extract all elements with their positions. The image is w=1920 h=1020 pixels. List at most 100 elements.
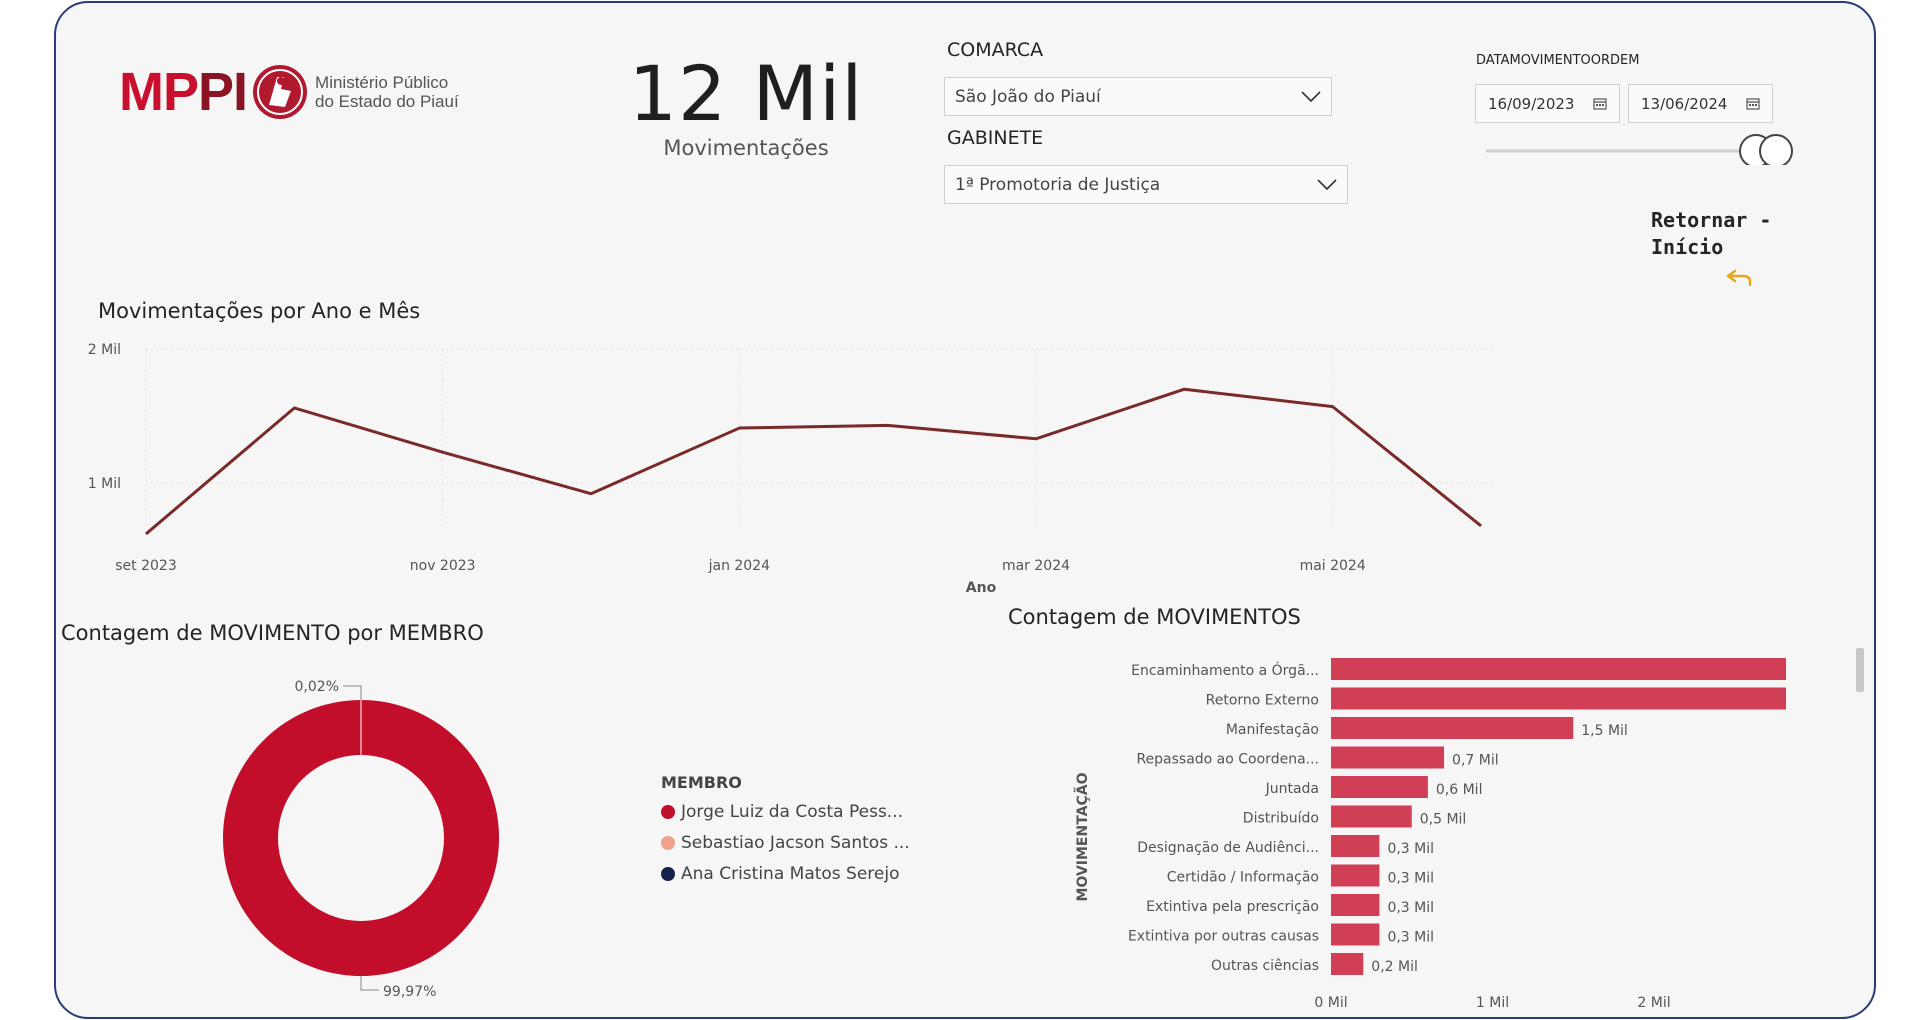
return-label-line1: Retornar -: [1651, 208, 1772, 232]
category-label: Outras ciências: [1211, 958, 1319, 974]
bar[interactable]: [1331, 894, 1380, 916]
x-tick-label: 2 Mil: [1637, 995, 1670, 1011]
category-label: Juntada: [1265, 781, 1319, 797]
bar-value-label: 0,2 Mil: [1371, 959, 1418, 975]
logo-subtitle-line2: do Estado do Piauí: [315, 92, 459, 111]
category-label: Retorno Externo: [1206, 693, 1319, 709]
data-point[interactable]: [1479, 524, 1483, 528]
donut-legend: MEMBRO Jorge Luiz da Costa Pess... Sebast…: [661, 773, 910, 895]
gabinete-title: GABINETE: [947, 127, 1044, 149]
legend-item[interactable]: Ana Cristina Matos Serejo: [661, 864, 910, 884]
legend-marker: [661, 805, 675, 819]
data-point[interactable]: [589, 492, 593, 496]
bar-chart-scrollbar[interactable]: [1856, 648, 1864, 1017]
label-leader: [343, 685, 362, 700]
bar-value-label: 0,3 Mil: [1387, 841, 1434, 857]
bar-value-label: 0,3 Mil: [1387, 930, 1434, 946]
calendar-icon: [1593, 98, 1607, 110]
category-label: Manifestação: [1226, 722, 1319, 738]
bar-chart: Encaminhamento a Órgã...3,2 MilRetorno E…: [1074, 658, 1786, 1011]
data-point[interactable]: [1034, 437, 1038, 441]
calendar-icon: [1746, 98, 1760, 110]
data-point[interactable]: [1331, 405, 1335, 409]
seal-icon: [253, 65, 308, 119]
bar[interactable]: [1331, 746, 1445, 769]
y-tick-label: 2 Mil: [88, 342, 121, 358]
legend-title: MEMBRO: [661, 773, 742, 792]
legend-label: Ana Cristina Matos Serejo: [681, 864, 900, 884]
date-range-slider[interactable]: [1486, 129, 1796, 165]
category-label: Certidão / Informação: [1167, 870, 1319, 886]
kpi-value: 12 Mil: [628, 49, 864, 138]
line-chart-title: Movimentações por Ano e Mês: [98, 299, 421, 323]
bar[interactable]: [1331, 805, 1412, 828]
x-tick-label: nov 2023: [410, 558, 476, 574]
data-point[interactable]: [292, 406, 296, 410]
category-label: Designação de Audiênci...: [1137, 840, 1319, 856]
kpi-card: 12 Mil Movimentações: [586, 49, 906, 160]
legend-label: Jorge Luiz da Costa Pess...: [681, 802, 904, 822]
date-slicer-title: DATAMOVIMENTOORDEM: [1476, 53, 1640, 68]
logo-mp: MP: [119, 62, 199, 122]
bar[interactable]: [1331, 658, 1786, 680]
bar-chart-title: Contagem de MOVIMENTOS: [1008, 605, 1301, 629]
bar[interactable]: [1331, 864, 1380, 887]
comarca-title: COMARCA: [947, 39, 1044, 61]
end-date-input[interactable]: 13/06/2024: [1628, 84, 1773, 123]
logo-subtitle-line1: Ministério Público: [315, 73, 449, 92]
comarca-dropdown[interactable]: São João do Piauí: [944, 77, 1332, 116]
bar-value-label: 0,6 Mil: [1436, 782, 1483, 798]
bar-value-label: 0,7 Mil: [1452, 753, 1499, 769]
logo-pi: PI: [198, 62, 248, 122]
x-tick-label: mai 2024: [1300, 558, 1366, 574]
slider-handle-end[interactable]: [1759, 134, 1793, 165]
category-label: Extintiva por outras causas: [1128, 929, 1319, 945]
y-tick-label: 1 Mil: [88, 476, 121, 492]
legend-item[interactable]: Sebastiao Jacson Santos ...: [661, 833, 910, 853]
chevron-down-icon: [1317, 178, 1337, 190]
x-tick-label: 0 Mil: [1314, 995, 1347, 1011]
mppi-logo: MPPI Ministério Público do Estado do Pia…: [119, 61, 459, 123]
bar[interactable]: [1331, 717, 1574, 739]
report-canvas: MPPI Ministério Público do Estado do Pia…: [54, 1, 1876, 1019]
return-label-line2: Início: [1651, 235, 1724, 259]
slice-label: 0,02%: [295, 679, 339, 695]
y-axis-title: MOVIMENTAÇÃO: [1074, 772, 1091, 901]
category-label: Extintiva pela prescrição: [1146, 899, 1319, 915]
data-point[interactable]: [1182, 387, 1186, 391]
data-point[interactable]: [886, 423, 890, 427]
comarca-selected: São João do Piauí: [955, 86, 1101, 107]
bar-value-label: 1,5 Mil: [1581, 723, 1628, 739]
x-tick-label: 1 Mil: [1476, 995, 1509, 1011]
data-point[interactable]: [144, 532, 148, 536]
category-label: Distribuído: [1243, 811, 1319, 827]
x-tick-label: jan 2024: [708, 558, 771, 574]
kpi-label: Movimentações: [663, 136, 829, 160]
scrollbar-thumb[interactable]: [1856, 648, 1864, 692]
data-point[interactable]: [737, 426, 741, 430]
bar[interactable]: [1331, 835, 1380, 857]
start-date-input[interactable]: 16/09/2023: [1475, 84, 1620, 123]
category-label: Repassado ao Coordena...: [1136, 752, 1319, 768]
bar-value-label: 0,5 Mil: [1420, 812, 1467, 828]
end-date-value: 13/06/2024: [1641, 94, 1728, 113]
x-axis-title: Ano: [966, 580, 997, 596]
gabinete-dropdown[interactable]: 1ª Promotoria de Justiça: [944, 165, 1348, 204]
legend-item[interactable]: Jorge Luiz da Costa Pess...: [661, 802, 910, 822]
bar[interactable]: [1331, 687, 1786, 710]
gabinete-selected: 1ª Promotoria de Justiça: [955, 174, 1161, 195]
legend-marker: [661, 867, 675, 881]
category-label: Encaminhamento a Órgã...: [1131, 661, 1319, 679]
bar-value-label: 0,3 Mil: [1387, 871, 1434, 887]
line-chart: 2 Mil 1 Mil set 2023 nov 2023 jan 2024 mar 20…: [88, 342, 1496, 596]
data-point[interactable]: [441, 450, 445, 454]
donut-chart-title: Contagem de MOVIMENTO por MEMBRO: [61, 621, 484, 645]
return-arrow-icon[interactable]: [1726, 269, 1752, 287]
bar[interactable]: [1331, 776, 1428, 798]
bar[interactable]: [1331, 953, 1364, 975]
label-leader: [360, 976, 379, 991]
bar-value-label: 0,3 Mil: [1387, 900, 1434, 916]
bar[interactable]: [1331, 923, 1380, 946]
return-home-button[interactable]: Retornar - Início: [1651, 207, 1771, 261]
series-line: [145, 387, 1482, 536]
